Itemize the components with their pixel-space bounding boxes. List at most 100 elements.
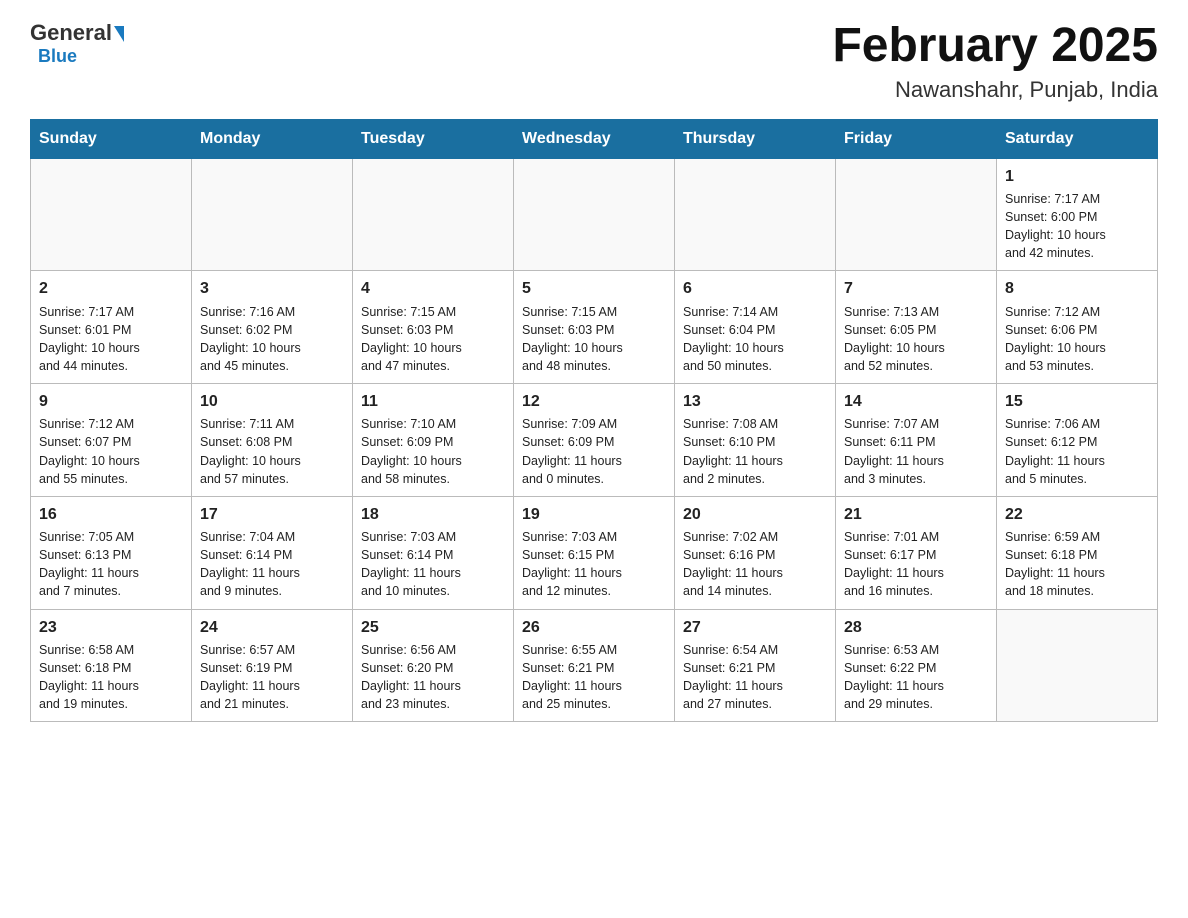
calendar-cell: 9Sunrise: 7:12 AM Sunset: 6:07 PM Daylig… — [31, 384, 192, 497]
calendar-cell: 5 Sunrise: 7:15 AM Sunset: 6:03 PM Daylig… — [514, 271, 675, 384]
weekday-header-saturday: Saturday — [997, 119, 1158, 158]
title-block: February 2025 Nawanshahr, Punjab, India — [832, 20, 1158, 103]
day-number: 7 — [844, 277, 988, 300]
day-number: 24 — [200, 616, 344, 639]
calendar-cell — [31, 158, 192, 271]
weekday-header-sunday: Sunday — [31, 119, 192, 158]
day-info: Sunrise: 7:16 AM Sunset: 6:02 PM Dayligh… — [200, 303, 344, 376]
day-info: Sunrise: 7:09 AM Sunset: 6:09 PM Dayligh… — [522, 415, 666, 488]
weekday-header-thursday: Thursday — [675, 119, 836, 158]
weekday-header-row: SundayMondayTuesdayWednesdayThursdayFrid… — [31, 119, 1158, 158]
calendar-table: SundayMondayTuesdayWednesdayThursdayFrid… — [30, 119, 1158, 722]
day-number: 2 — [39, 277, 183, 300]
logo-blue: Blue — [38, 46, 77, 66]
calendar-cell: 16Sunrise: 7:05 AM Sunset: 6:13 PM Dayli… — [31, 496, 192, 609]
day-number: 23 — [39, 616, 183, 639]
week-row-5: 23Sunrise: 6:58 AM Sunset: 6:18 PM Dayli… — [31, 609, 1158, 722]
calendar-cell: 14Sunrise: 7:07 AM Sunset: 6:11 PM Dayli… — [836, 384, 997, 497]
page-header: General Blue February 2025 Nawanshahr, P… — [30, 20, 1158, 103]
day-info: Sunrise: 7:05 AM Sunset: 6:13 PM Dayligh… — [39, 528, 183, 601]
day-number: 1 — [1005, 165, 1149, 188]
day-info: Sunrise: 6:54 AM Sunset: 6:21 PM Dayligh… — [683, 641, 827, 714]
day-info: Sunrise: 7:17 AM Sunset: 6:01 PM Dayligh… — [39, 303, 183, 376]
day-info: Sunrise: 7:03 AM Sunset: 6:14 PM Dayligh… — [361, 528, 505, 601]
calendar-subtitle: Nawanshahr, Punjab, India — [832, 77, 1158, 103]
logo: General Blue — [30, 20, 124, 67]
week-row-1: 1Sunrise: 7:17 AM Sunset: 6:00 PM Daylig… — [31, 158, 1158, 271]
calendar-cell: 20Sunrise: 7:02 AM Sunset: 6:16 PM Dayli… — [675, 496, 836, 609]
day-info: Sunrise: 7:11 AM Sunset: 6:08 PM Dayligh… — [200, 415, 344, 488]
calendar-cell: 26Sunrise: 6:55 AM Sunset: 6:21 PM Dayli… — [514, 609, 675, 722]
calendar-cell: 22Sunrise: 6:59 AM Sunset: 6:18 PM Dayli… — [997, 496, 1158, 609]
day-number: 16 — [39, 503, 183, 526]
day-info: Sunrise: 7:15 AM Sunset: 6:03 PM Dayligh… — [522, 303, 666, 376]
day-number: 27 — [683, 616, 827, 639]
calendar-title: February 2025 — [832, 20, 1158, 73]
day-number: 15 — [1005, 390, 1149, 413]
day-number: 4 — [361, 277, 505, 300]
week-row-3: 9Sunrise: 7:12 AM Sunset: 6:07 PM Daylig… — [31, 384, 1158, 497]
day-number: 26 — [522, 616, 666, 639]
day-number: 13 — [683, 390, 827, 413]
day-info: Sunrise: 6:57 AM Sunset: 6:19 PM Dayligh… — [200, 641, 344, 714]
day-number: 8 — [1005, 277, 1149, 300]
weekday-header-friday: Friday — [836, 119, 997, 158]
day-info: Sunrise: 6:58 AM Sunset: 6:18 PM Dayligh… — [39, 641, 183, 714]
calendar-cell: 7 Sunrise: 7:13 AM Sunset: 6:05 PM Daylig… — [836, 271, 997, 384]
calendar-cell: 15Sunrise: 7:06 AM Sunset: 6:12 PM Dayli… — [997, 384, 1158, 497]
day-number: 10 — [200, 390, 344, 413]
day-info: Sunrise: 7:10 AM Sunset: 6:09 PM Dayligh… — [361, 415, 505, 488]
day-number: 12 — [522, 390, 666, 413]
calendar-cell: 4Sunrise: 7:15 AM Sunset: 6:03 PM Daylig… — [353, 271, 514, 384]
calendar-cell: 8 Sunrise: 7:12 AM Sunset: 6:06 PM Daylig… — [997, 271, 1158, 384]
week-row-4: 16Sunrise: 7:05 AM Sunset: 6:13 PM Dayli… — [31, 496, 1158, 609]
day-info: Sunrise: 7:03 AM Sunset: 6:15 PM Dayligh… — [522, 528, 666, 601]
week-row-2: 2 Sunrise: 7:17 AM Sunset: 6:01 PM Daylig… — [31, 271, 1158, 384]
calendar-cell: 2 Sunrise: 7:17 AM Sunset: 6:01 PM Daylig… — [31, 271, 192, 384]
weekday-header-monday: Monday — [192, 119, 353, 158]
logo-general: General — [30, 20, 112, 46]
day-info: Sunrise: 6:55 AM Sunset: 6:21 PM Dayligh… — [522, 641, 666, 714]
logo-triangle-icon — [114, 26, 124, 42]
day-info: Sunrise: 7:06 AM Sunset: 6:12 PM Dayligh… — [1005, 415, 1149, 488]
day-number: 22 — [1005, 503, 1149, 526]
day-info: Sunrise: 7:17 AM Sunset: 6:00 PM Dayligh… — [1005, 190, 1149, 263]
calendar-cell: 19Sunrise: 7:03 AM Sunset: 6:15 PM Dayli… — [514, 496, 675, 609]
calendar-cell: 11Sunrise: 7:10 AM Sunset: 6:09 PM Dayli… — [353, 384, 514, 497]
day-info: Sunrise: 7:01 AM Sunset: 6:17 PM Dayligh… — [844, 528, 988, 601]
calendar-cell: 24Sunrise: 6:57 AM Sunset: 6:19 PM Dayli… — [192, 609, 353, 722]
day-info: Sunrise: 7:13 AM Sunset: 6:05 PM Dayligh… — [844, 303, 988, 376]
day-number: 20 — [683, 503, 827, 526]
calendar-cell: 28Sunrise: 6:53 AM Sunset: 6:22 PM Dayli… — [836, 609, 997, 722]
day-info: Sunrise: 6:53 AM Sunset: 6:22 PM Dayligh… — [844, 641, 988, 714]
day-number: 28 — [844, 616, 988, 639]
day-number: 18 — [361, 503, 505, 526]
calendar-cell — [353, 158, 514, 271]
calendar-cell: 13Sunrise: 7:08 AM Sunset: 6:10 PM Dayli… — [675, 384, 836, 497]
calendar-cell: 21Sunrise: 7:01 AM Sunset: 6:17 PM Dayli… — [836, 496, 997, 609]
day-number: 14 — [844, 390, 988, 413]
calendar-cell: 27Sunrise: 6:54 AM Sunset: 6:21 PM Dayli… — [675, 609, 836, 722]
day-info: Sunrise: 7:07 AM Sunset: 6:11 PM Dayligh… — [844, 415, 988, 488]
weekday-header-tuesday: Tuesday — [353, 119, 514, 158]
day-info: Sunrise: 7:02 AM Sunset: 6:16 PM Dayligh… — [683, 528, 827, 601]
calendar-cell: 17Sunrise: 7:04 AM Sunset: 6:14 PM Dayli… — [192, 496, 353, 609]
day-info: Sunrise: 7:12 AM Sunset: 6:06 PM Dayligh… — [1005, 303, 1149, 376]
calendar-cell: 23Sunrise: 6:58 AM Sunset: 6:18 PM Dayli… — [31, 609, 192, 722]
calendar-cell: 25Sunrise: 6:56 AM Sunset: 6:20 PM Dayli… — [353, 609, 514, 722]
day-info: Sunrise: 7:08 AM Sunset: 6:10 PM Dayligh… — [683, 415, 827, 488]
calendar-cell — [514, 158, 675, 271]
day-info: Sunrise: 7:12 AM Sunset: 6:07 PM Dayligh… — [39, 415, 183, 488]
day-number: 6 — [683, 277, 827, 300]
day-number: 11 — [361, 390, 505, 413]
calendar-cell: 12Sunrise: 7:09 AM Sunset: 6:09 PM Dayli… — [514, 384, 675, 497]
day-info: Sunrise: 6:59 AM Sunset: 6:18 PM Dayligh… — [1005, 528, 1149, 601]
calendar-cell — [675, 158, 836, 271]
calendar-cell: 10Sunrise: 7:11 AM Sunset: 6:08 PM Dayli… — [192, 384, 353, 497]
day-number: 21 — [844, 503, 988, 526]
day-info: Sunrise: 7:04 AM Sunset: 6:14 PM Dayligh… — [200, 528, 344, 601]
calendar-cell — [997, 609, 1158, 722]
day-number: 5 — [522, 277, 666, 300]
calendar-cell — [836, 158, 997, 271]
day-number: 3 — [200, 277, 344, 300]
